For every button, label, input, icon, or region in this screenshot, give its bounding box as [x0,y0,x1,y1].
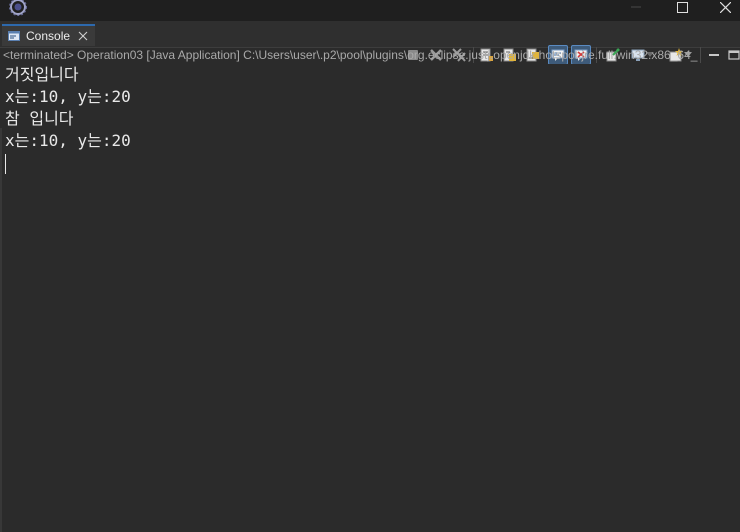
tab-console-label: Console [26,29,71,43]
eclipse-icon[interactable] [9,0,27,16]
close-window-button[interactable] [713,0,737,14]
close-icon [719,1,731,13]
close-icon[interactable] [78,31,88,41]
minimize-icon [631,6,641,8]
console-output-line: 거짓입니다 [5,65,79,84]
tab-console[interactable]: Console [2,24,95,46]
console-output-line: x는:10, y는:20 [5,131,131,150]
maximize-button[interactable] [670,0,694,14]
console-output-line: 참 입니다 [5,109,74,128]
console-left-border [0,128,2,532]
console-output-line: x는:10, y는:20 [5,87,131,106]
console-icon [8,31,20,41]
text-caret [5,154,6,174]
window-titlebar [0,0,740,21]
maximize-icon [676,1,688,13]
console-output-area[interactable]: 거짓입니다 x는:10, y는:20 참 입니다 x는:10, y는:20 [0,64,736,532]
process-description: <terminated> Operation03 [Java Applicati… [3,48,698,62]
view-tabbar: Console [0,21,740,65]
minimize-button[interactable] [624,0,648,14]
